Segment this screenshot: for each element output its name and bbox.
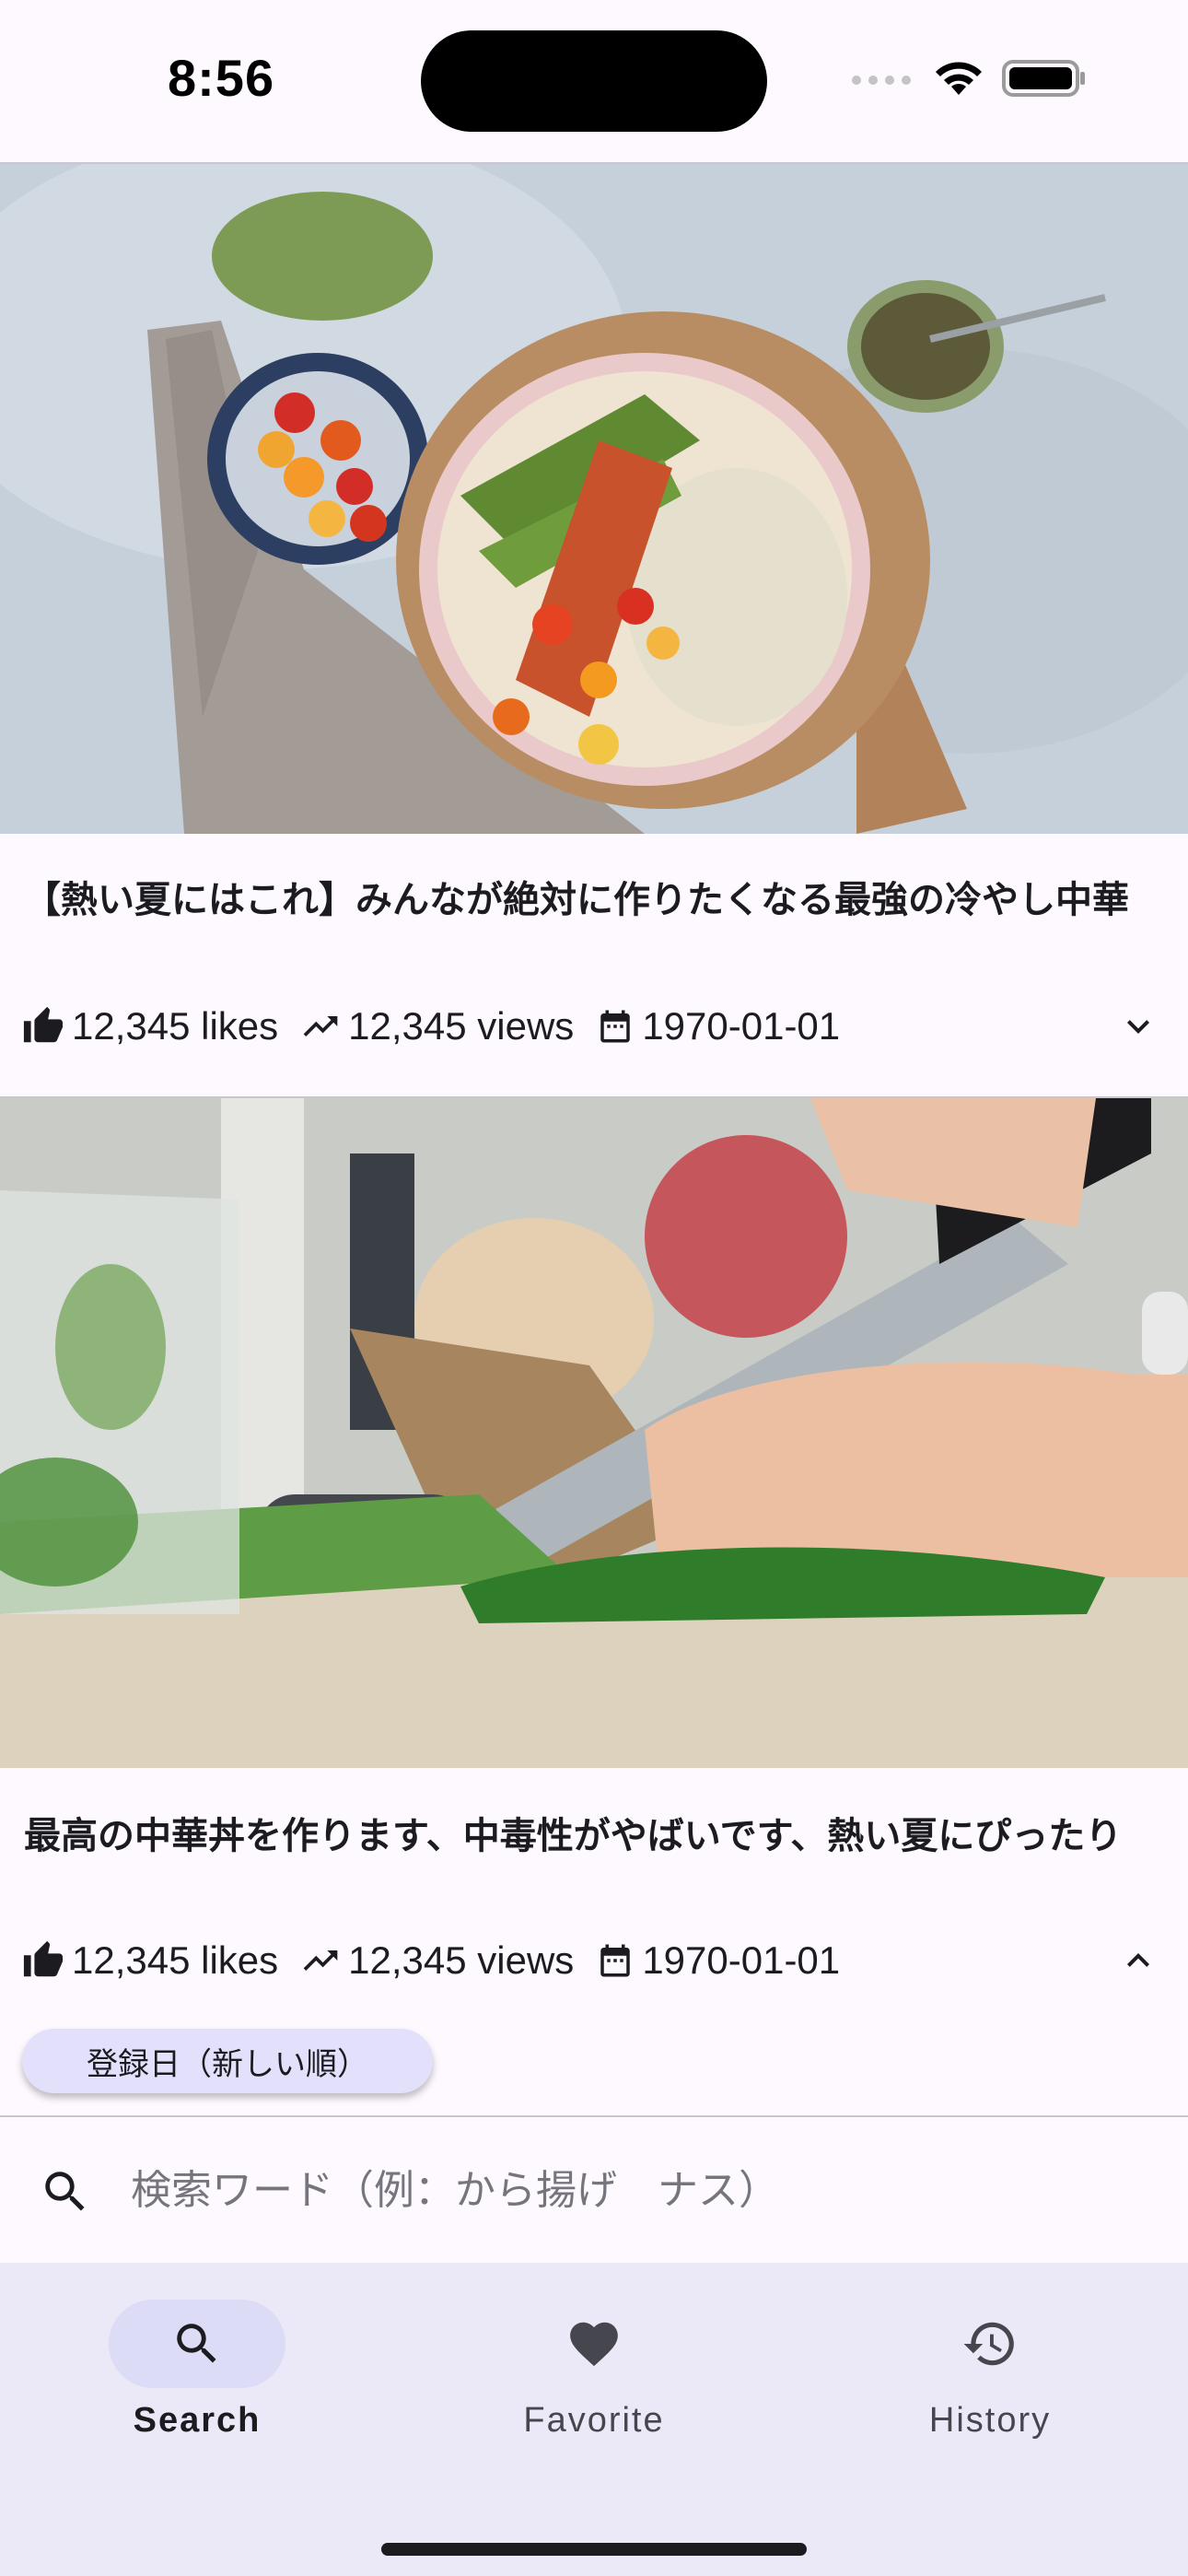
post-date: 1970-01-01 — [642, 1938, 841, 1982]
search-icon — [177, 2324, 216, 2363]
nav-active-indicator[interactable] — [109, 2300, 285, 2388]
heart-icon — [570, 2322, 618, 2367]
thumb-up-icon — [23, 1940, 64, 1977]
sort-order-chip[interactable]: 登録日（新しい順） — [22, 2029, 433, 2093]
trending-up-icon — [303, 1950, 338, 1971]
calendar-icon — [600, 1010, 631, 1043]
recipe-stats: 12,345 likes 12,345 views 1970-01-01 — [22, 999, 862, 1054]
date-stat: 1970-01-01 — [596, 1004, 840, 1048]
likes-count: 12,345 likes — [72, 1938, 279, 1982]
bottom-navigation: Search Favorite History — [0, 2263, 1188, 2576]
recipe-card[interactable]: 最高の中華丼を作ります、中毒性がやばいです、熱い夏にぴったり 12,345 li… — [0, 1098, 1188, 2106]
nav-item-search[interactable]: Search — [59, 2300, 335, 2456]
recipe-title[interactable]: 【熱い夏にはこれ】みんなが絶対に作りたくなる最強の冷やし中華 — [24, 873, 1164, 927]
views-stat: 12,345 views — [300, 1938, 574, 1983]
thumb-up-icon — [23, 1006, 64, 1043]
recipe-stats: 12,345 likes 12,345 views 1970-01-01 — [22, 1933, 862, 1988]
likes-count: 12,345 likes — [72, 1004, 279, 1048]
status-time: 8:56 — [168, 49, 275, 107]
dynamic-island — [421, 30, 767, 132]
chevron-up-icon[interactable] — [1116, 1938, 1160, 1983]
calendar-icon — [600, 1944, 631, 1977]
nav-item-favorite[interactable]: Favorite — [456, 2300, 732, 2456]
post-date: 1970-01-01 — [642, 1004, 841, 1048]
trending-up-icon — [303, 1016, 338, 1036]
date-stat: 1970-01-01 — [596, 1938, 840, 1983]
battery-icon — [1002, 60, 1085, 97]
nav-label-favorite[interactable]: Favorite — [456, 2401, 732, 2441]
recipe-photo[interactable] — [0, 164, 1188, 834]
recipe-photo[interactable] — [0, 1098, 1188, 1768]
likes-stat: 12,345 likes — [22, 1938, 278, 1983]
home-indicator-bar — [381, 2543, 807, 2556]
history-icon — [963, 2322, 1014, 2366]
status-bar: 8:56 — [0, 0, 1188, 162]
search-icon — [45, 2172, 85, 2211]
views-stat: 12,345 views — [300, 1004, 574, 1048]
recipe-card[interactable]: 【熱い夏にはこれ】みんなが絶対に作りたくなる最強の冷やし中華 12,345 li… — [0, 164, 1188, 1096]
search-input[interactable] — [131, 2160, 1144, 2220]
nav-icon-container[interactable] — [902, 2300, 1078, 2388]
views-count: 12,345 views — [348, 1004, 575, 1048]
signal-icon — [852, 76, 911, 85]
views-count: 12,345 views — [348, 1938, 575, 1982]
chevron-down-icon[interactable] — [1116, 1004, 1160, 1048]
nav-label-search[interactable]: Search — [59, 2401, 335, 2441]
likes-stat: 12,345 likes — [22, 1004, 278, 1048]
search-bar[interactable] — [0, 2117, 1188, 2263]
nav-item-history[interactable]: History — [852, 2300, 1128, 2456]
wifi-icon — [936, 62, 982, 95]
status-icons — [851, 55, 1087, 101]
nav-label-history[interactable]: History — [852, 2401, 1128, 2441]
recipe-title[interactable]: 最高の中華丼を作ります、中毒性がやばいです、熱い夏にぴったり — [24, 1809, 1164, 1863]
nav-icon-container[interactable] — [506, 2300, 682, 2388]
